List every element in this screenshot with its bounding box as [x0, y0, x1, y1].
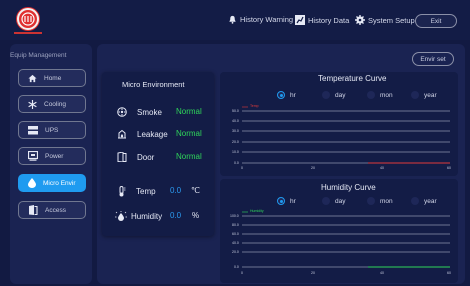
y-tick: 100.0 [230, 214, 239, 218]
sidebar-item-label: Power [45, 152, 64, 160]
history-data-link[interactable]: History Data [295, 15, 349, 25]
x-tick: 20 [311, 271, 315, 275]
smoke-row: Smoke [117, 107, 162, 117]
temp-value: 0.0 [170, 186, 182, 195]
y-tick: 30.0 [232, 129, 239, 133]
brand-underline [14, 32, 42, 34]
exit-button[interactable]: Exit [415, 14, 457, 28]
ups-icon [28, 125, 38, 134]
x-tick: 0 [241, 271, 243, 275]
temp-unit: ℃ [191, 186, 200, 195]
sidebar-item-access[interactable]: Access [18, 201, 86, 219]
door-icon [29, 205, 38, 215]
leakage-status: Normal [176, 129, 202, 138]
chart-icon [295, 15, 305, 25]
door-status: Normal [176, 152, 202, 161]
leakage-row: Leakage [117, 129, 168, 139]
sidebar-item-micro-envir[interactable]: Micro Envir [18, 174, 86, 192]
humidity-icon [115, 211, 127, 221]
envir-set-button[interactable]: Envir set [412, 52, 454, 66]
sidebar-item-label: Cooling [44, 100, 67, 108]
sidebar-title: Equip Management [10, 52, 67, 59]
sidebar-item-home[interactable]: Home [18, 69, 86, 87]
leakage-icon [118, 129, 126, 139]
system-setup-link[interactable]: System Setup [355, 15, 415, 25]
door-row: Door [117, 152, 154, 162]
y-tick: 60.0 [232, 232, 239, 236]
x-tick: 40 [380, 166, 384, 170]
gear-icon [355, 15, 365, 25]
y-tick: 40.0 [232, 241, 239, 245]
y-tick: 50.0 [232, 109, 239, 113]
smoke-icon [117, 107, 127, 117]
door-icon [117, 152, 127, 162]
x-tick: 20 [311, 166, 315, 170]
humidity-unit: % [192, 211, 200, 220]
y-tick: 20.0 [232, 250, 239, 254]
humidity-row: Humidity [115, 211, 162, 222]
x-tick: 0 [241, 166, 243, 170]
y-tick: 0.0 [234, 161, 239, 165]
humidity-legend: Humidity [250, 209, 264, 213]
micro-environment-title: Micro Environment [122, 80, 185, 89]
sidebar-item-cooling[interactable]: Cooling [18, 95, 86, 113]
temp-label: Temp [136, 187, 156, 196]
power-icon [28, 151, 38, 161]
sidebar-item-label: Home [44, 74, 62, 82]
x-tick: 60 [447, 166, 451, 170]
sidebar-item-label: Micro Envir [43, 179, 76, 187]
humidity-label: Humidity [131, 212, 163, 221]
y-tick: 20.0 [232, 140, 239, 144]
history-data-label: History Data [308, 15, 350, 25]
leakage-label: Leakage [137, 129, 168, 139]
system-setup-label: System Setup [368, 15, 415, 25]
y-tick: 40.0 [232, 119, 239, 123]
bell-icon [229, 15, 236, 24]
drop-icon [28, 178, 36, 188]
y-tick: 80.0 [232, 223, 239, 227]
thermometer-icon [119, 186, 126, 197]
sidebar-item-ups[interactable]: UPS [18, 121, 86, 139]
snowflake-icon [28, 99, 37, 109]
temp-row: Temp [117, 186, 156, 197]
humidity-value: 0.0 [170, 211, 182, 220]
sidebar-item-power[interactable]: Power [18, 147, 86, 165]
y-tick: 0.0 [234, 265, 239, 269]
temperature-legend: Temp [250, 104, 259, 108]
door-label: Door [137, 152, 155, 162]
y-tick: 10.0 [232, 150, 239, 154]
x-tick: 60 [447, 271, 451, 275]
home-icon [28, 74, 37, 82]
temperature-plot [242, 106, 450, 164]
history-warning-label: History Warning [240, 15, 294, 24]
smoke-label: Smoke [137, 107, 162, 117]
x-tick: 40 [380, 271, 384, 275]
brand-logo [17, 8, 39, 30]
humidity-plot [242, 211, 450, 268]
sidebar-item-label: UPS [45, 126, 59, 134]
smoke-status: Normal [176, 107, 202, 116]
sidebar-item-label: Access [45, 206, 66, 214]
history-warning-link[interactable]: History Warning [228, 15, 293, 24]
